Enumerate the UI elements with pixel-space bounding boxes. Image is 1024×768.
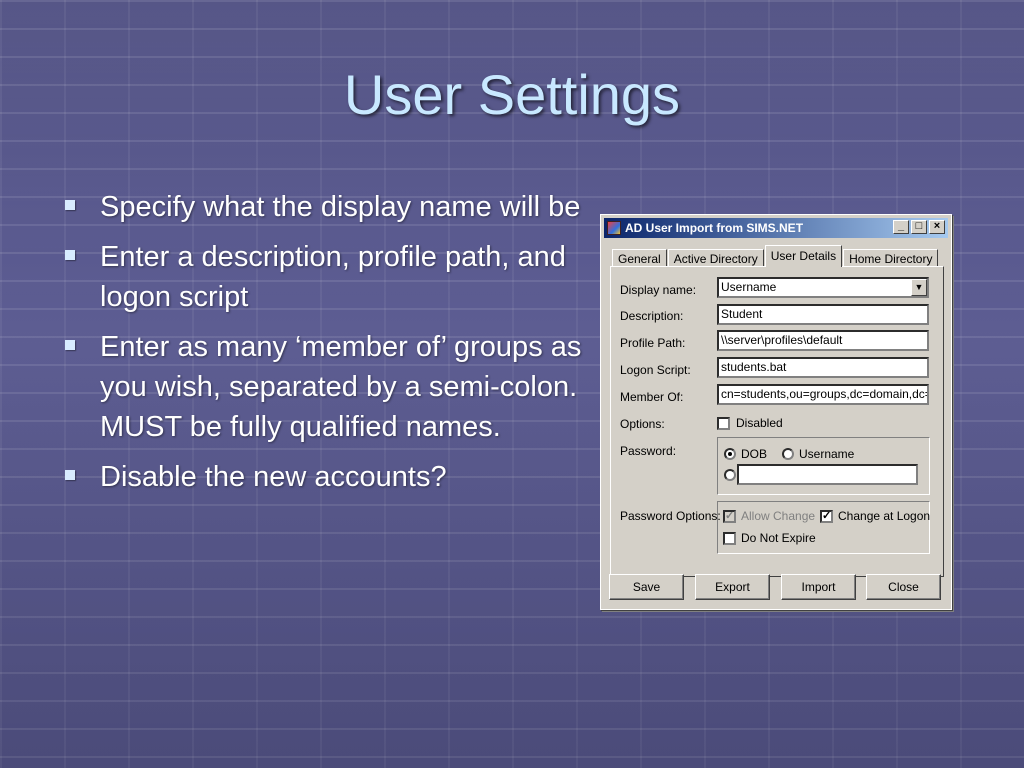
custom-password-radio[interactable] (724, 469, 736, 481)
maximize-button[interactable]: □ (911, 220, 927, 234)
do-not-expire-label: Do Not Expire (741, 531, 816, 545)
slide-title: User Settings (343, 63, 681, 126)
bullet-square-icon (65, 200, 75, 210)
user-details-panel: Display name: Username ▼ Description: St… (610, 266, 944, 577)
do-not-expire-checkbox[interactable] (723, 532, 736, 545)
app-icon (607, 221, 621, 235)
password-options-group: ✓ Allow Change ✓ Change at Logon Do Not … (717, 501, 930, 554)
tab-active-directory[interactable]: Active Directory (667, 249, 764, 267)
dialog-title: AD User Import from SIMS.NET (625, 221, 804, 235)
dob-radio-label: DOB (741, 447, 768, 461)
display-name-combo[interactable]: Username ▼ (717, 277, 929, 298)
profile-path-field[interactable]: \\server\profiles\default (717, 330, 929, 351)
bullet-item: Enter a description, profile path, and l… (62, 237, 582, 317)
import-button[interactable]: Import (781, 574, 856, 600)
ad-user-import-dialog: AD User Import from SIMS.NET _ □ × Gener… (600, 214, 952, 610)
tab-general[interactable]: General (612, 249, 667, 267)
options-label: Options: (620, 417, 665, 431)
chevron-down-icon[interactable]: ▼ (911, 279, 927, 296)
minimize-button[interactable]: _ (893, 220, 909, 234)
member-of-label: Member Of: (620, 390, 684, 404)
bullet-item: Specify what the display name will be (62, 187, 582, 227)
logon-script-field[interactable]: students.bat (717, 357, 929, 378)
display-name-label: Display name: (620, 283, 697, 297)
password-label: Password: (620, 444, 677, 458)
bullet-square-icon (65, 340, 75, 350)
tab-home-directory[interactable]: Home Directory (843, 249, 939, 267)
logon-script-label: Logon Script: (620, 363, 691, 377)
bullet-text: Enter a description, profile path, and l… (100, 241, 566, 313)
dialog-titlebar[interactable]: AD User Import from SIMS.NET _ □ × (604, 218, 948, 238)
window-controls: _ □ × (891, 220, 945, 234)
close-button[interactable]: Close (866, 574, 941, 600)
description-field[interactable]: Student (717, 304, 929, 325)
tab-strip: General Active Directory User Details Ho… (612, 245, 939, 267)
change-at-logon-checkbox[interactable]: ✓ (820, 510, 833, 523)
dob-radio[interactable] (724, 448, 736, 460)
profile-path-label: Profile Path: (620, 336, 686, 350)
disabled-checkbox-label: Disabled (736, 416, 783, 430)
bullet-square-icon (65, 250, 75, 260)
close-window-button[interactable]: × (929, 220, 945, 234)
bullet-item: Disable the new accounts? (62, 457, 582, 497)
change-at-logon-label: Change at Logon (838, 509, 931, 523)
username-radio-label: Username (799, 447, 855, 461)
disabled-checkbox[interactable] (717, 417, 730, 430)
description-label: Description: (620, 309, 684, 323)
bullet-text: Disable the new accounts? (100, 461, 447, 493)
display-name-value: Username (721, 280, 777, 294)
username-radio[interactable] (782, 448, 794, 460)
bullet-list: Specify what the display name will be En… (62, 187, 582, 507)
export-button[interactable]: Export (695, 574, 770, 600)
password-group: DOB Username (717, 437, 930, 495)
member-of-field[interactable]: cn=students,ou=groups,dc=domain,dc=lc (717, 384, 929, 405)
bullet-text: Enter as many ‘member of’ groups as you … (100, 331, 582, 443)
bullet-item: Enter as many ‘member of’ groups as you … (62, 327, 582, 447)
save-button[interactable]: Save (609, 574, 684, 600)
password-options-label: Password Options: (620, 509, 721, 523)
bullet-text: Specify what the display name will be (100, 191, 581, 223)
allow-change-checkbox[interactable]: ✓ (723, 510, 736, 523)
custom-password-field[interactable] (737, 464, 918, 485)
allow-change-label: Allow Change (741, 509, 816, 523)
bullet-square-icon (65, 470, 75, 480)
tab-user-details[interactable]: User Details (764, 245, 843, 267)
